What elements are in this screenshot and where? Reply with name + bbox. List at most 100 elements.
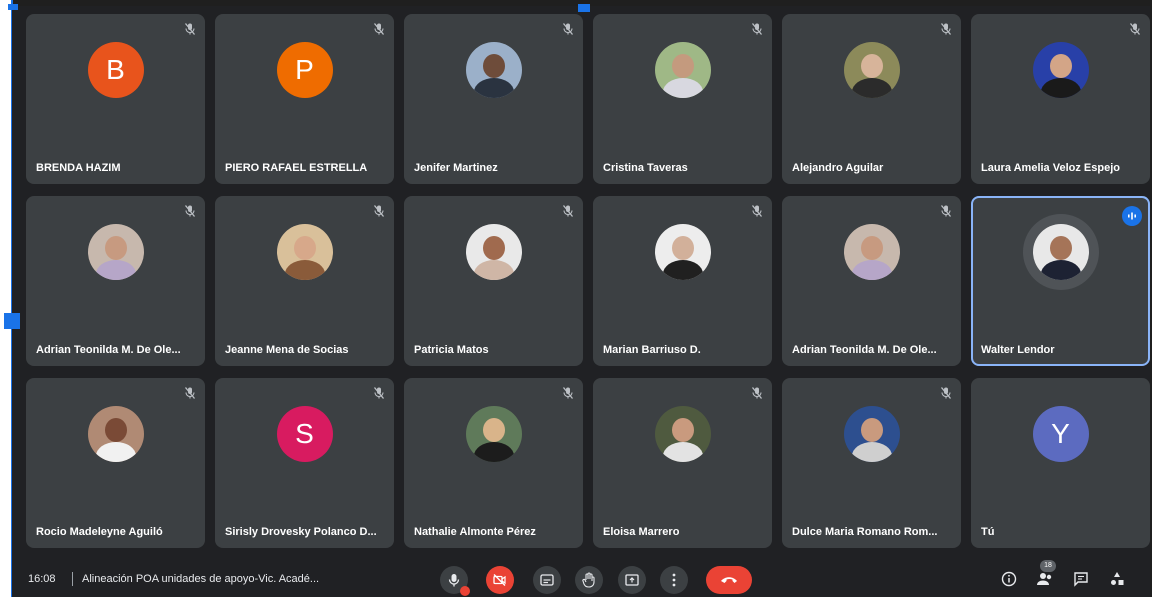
chat-icon [1074, 572, 1088, 587]
avatar-initial: P [276, 42, 333, 98]
avatar-letter: S [295, 418, 314, 449]
mic-off-icon [372, 22, 386, 36]
avatar-body [851, 442, 892, 462]
participant-tile[interactable]: Y Tú [971, 378, 1150, 548]
more-options-button[interactable] [660, 566, 688, 594]
participant-tile[interactable]: Alejandro Aguilar [782, 14, 961, 184]
participant-tile[interactable]: P PIERO RAFAEL ESTRELLA [215, 14, 394, 184]
captions-button[interactable] [533, 566, 561, 594]
meet-window: B BRENDA HAZIM P PIERO RAFAEL ESTRELLA Jenif… [12, 6, 1150, 597]
meeting-details-button[interactable] [998, 568, 1020, 590]
avatar-head [482, 236, 505, 260]
participant-tile[interactable]: Patricia Matos [404, 196, 583, 366]
mic-icon [448, 574, 460, 587]
participant-tile[interactable]: Laura Amelia Veloz Espejo [971, 14, 1150, 184]
participant-tile[interactable]: S Sirisly Drovesky Polanco D... [215, 378, 394, 548]
avatar-body [851, 260, 892, 280]
mic-off-icon [750, 386, 764, 400]
participant-name: BRENDA HAZIM [36, 162, 121, 174]
selection-handle-top-left[interactable] [8, 4, 18, 10]
mic-off-icon [939, 386, 953, 400]
participant-tile[interactable]: B BRENDA HAZIM [26, 14, 205, 184]
avatar-photo [276, 224, 333, 280]
end-call-icon [721, 577, 737, 583]
mic-off-icon [750, 22, 764, 36]
mic-off-icon [183, 22, 197, 36]
avatar-body [662, 442, 703, 462]
avatar-letter: B [106, 54, 125, 85]
avatar-photo [654, 406, 711, 462]
avatar-body [1040, 78, 1081, 98]
speaking-indicator-icon [1122, 206, 1142, 226]
participant-tile[interactable]: Walter Lendor [971, 196, 1150, 366]
participant-name: Dulce Maria Romano Rom... [792, 526, 938, 538]
more-options-icon [672, 573, 676, 587]
avatar-photo [654, 224, 711, 280]
participant-name: Walter Lendor [981, 344, 1055, 356]
participant-name: Marian Barriuso D. [603, 344, 701, 356]
camera-off-icon [493, 574, 506, 586]
participant-name: PIERO RAFAEL ESTRELLA [225, 162, 368, 174]
avatar-photo [843, 42, 900, 98]
avatar-body [662, 78, 703, 98]
avatar-body [1040, 260, 1081, 280]
avatar-photo [843, 406, 900, 462]
participant-tile[interactable]: Nathalie Almonte Pérez [404, 378, 583, 548]
avatar-head [860, 418, 883, 442]
avatar-body [473, 78, 514, 98]
participant-tile[interactable]: Eloisa Marrero [593, 378, 772, 548]
avatar-photo [843, 224, 900, 280]
participant-tile[interactable]: Cristina Taveras [593, 14, 772, 184]
avatar-head [671, 418, 694, 442]
chat-button[interactable] [1070, 568, 1092, 590]
raise-hand-button[interactable] [575, 566, 603, 594]
avatar-photo [87, 406, 144, 462]
mic-off-icon [372, 204, 386, 218]
participant-tile[interactable]: Marian Barriuso D. [593, 196, 772, 366]
avatar-photo [1032, 42, 1089, 98]
participant-name: Tú [981, 526, 995, 538]
avatar-body [662, 260, 703, 280]
avatar-head [482, 418, 505, 442]
participant-tile[interactable]: Adrian Teonilda M. De Ole... [26, 196, 205, 366]
avatar-initial: S [276, 406, 333, 462]
avatar-head [1049, 236, 1072, 260]
avatar-body [284, 260, 325, 280]
selection-handle-left-center[interactable] [4, 313, 20, 329]
raise-hand-icon [582, 572, 595, 588]
participant-tile[interactable]: Dulce Maria Romano Rom... [782, 378, 961, 548]
participant-grid: B BRENDA HAZIM P PIERO RAFAEL ESTRELLA Jenif… [26, 14, 1150, 548]
avatar-head [860, 54, 883, 78]
activities-button[interactable] [1106, 568, 1128, 590]
participant-name: Jeanne Mena de Socias [225, 344, 349, 356]
people-button[interactable]: 18 [1034, 560, 1056, 590]
participant-tile[interactable]: Jenifer Martinez [404, 14, 583, 184]
participant-name: Adrian Teonilda M. De Ole... [36, 344, 181, 356]
avatar-body [95, 442, 136, 462]
selection-handle-top-center[interactable] [578, 4, 590, 12]
mic-button[interactable] [440, 566, 470, 596]
present-button[interactable] [618, 566, 646, 594]
avatar-body [851, 78, 892, 98]
avatar-body [473, 442, 514, 462]
end-call-button[interactable] [706, 566, 752, 594]
avatar-head [104, 236, 127, 260]
participant-name: Laura Amelia Veloz Espejo [981, 162, 1120, 174]
mic-off-icon [750, 204, 764, 218]
participant-tile[interactable]: Adrian Teonilda M. De Ole... [782, 196, 961, 366]
mic-off-icon [372, 386, 386, 400]
mic-off-icon [561, 204, 575, 218]
participant-name: Patricia Matos [414, 344, 489, 356]
info-icon [1001, 571, 1017, 587]
participant-tile[interactable]: Jeanne Mena de Socias [215, 196, 394, 366]
avatar-head [860, 236, 883, 260]
participant-name: Sirisly Drovesky Polanco D... [225, 526, 377, 538]
avatar-head [671, 54, 694, 78]
camera-button[interactable] [486, 566, 514, 594]
activities-icon [1111, 572, 1124, 585]
participant-tile[interactable]: Rocio Madeleyne Aguiló [26, 378, 205, 548]
present-icon [625, 574, 639, 586]
participant-name: Nathalie Almonte Pérez [414, 526, 536, 538]
avatar-body [95, 260, 136, 280]
participant-name: Jenifer Martinez [414, 162, 498, 174]
